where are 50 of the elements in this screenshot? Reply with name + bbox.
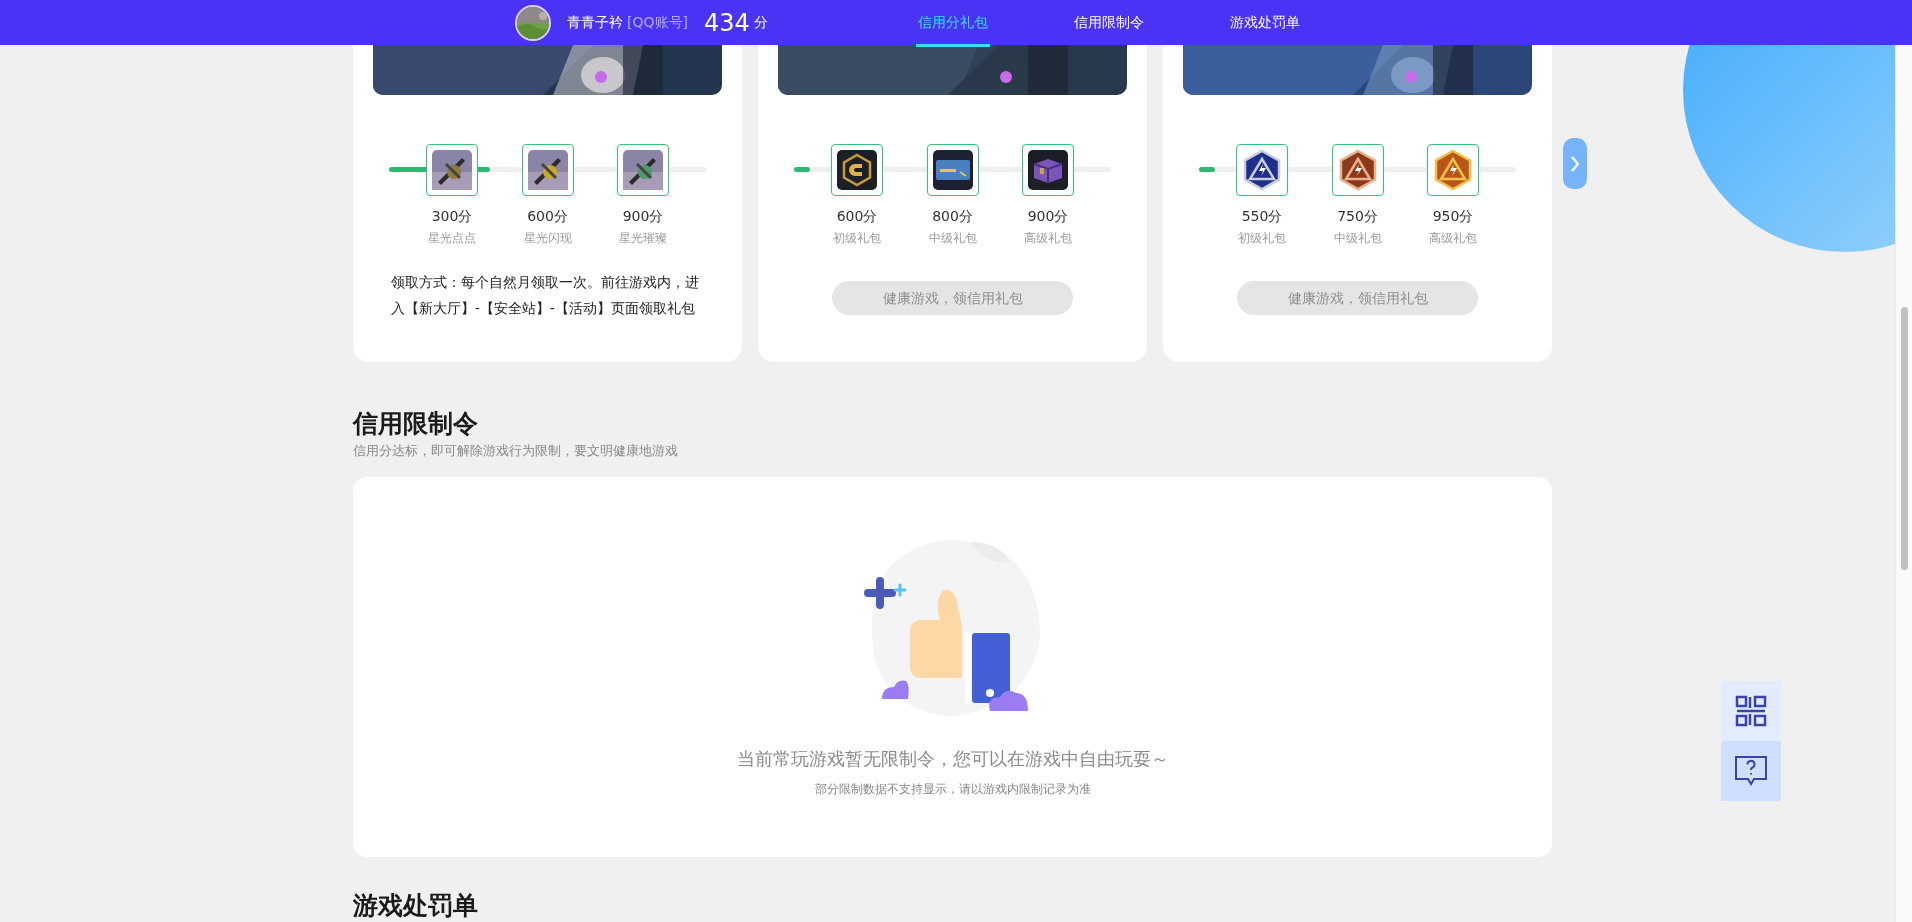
help-icon xyxy=(1734,755,1768,787)
reward-icon-frame[interactable] xyxy=(617,144,669,196)
reward-name: 高级礼包 xyxy=(1023,230,1073,247)
reward-icon-frame[interactable] xyxy=(1022,144,1074,196)
reward-points: 900分 xyxy=(621,207,665,226)
reward-points: 550分 xyxy=(1240,207,1284,226)
claim-instructions: 领取方式：每个自然月领取一次。前往游戏内，进入【新大厅】-【安全站】-【活动】页面领取礼包 xyxy=(391,273,700,318)
score-unit: 分 xyxy=(753,13,768,32)
reward-name: 中级礼包 xyxy=(927,230,978,247)
reward-points: 900分 xyxy=(1026,207,1070,226)
section-title: 信用限制令 xyxy=(353,409,479,439)
reward-name: 高级礼包 xyxy=(1428,230,1478,247)
qr-code-button[interactable] xyxy=(1721,681,1781,741)
account-type: [QQ账号] xyxy=(627,13,688,32)
reward-icon-frame[interactable] xyxy=(926,144,979,196)
reward-name: 星光点点 xyxy=(427,230,477,247)
reward-points: 300分 xyxy=(430,207,474,226)
weapon-icon xyxy=(432,150,472,190)
reward-icon-frame[interactable] xyxy=(831,144,883,196)
ticket-icon xyxy=(932,150,973,190)
section-title: 游戏处罚单 xyxy=(353,890,479,921)
reward-points: 600分 xyxy=(835,207,879,226)
reward-icon-frame[interactable] xyxy=(426,144,478,196)
user-name: 青青子衿 xyxy=(567,13,623,32)
reward-name: 初级礼包 xyxy=(1237,230,1287,247)
empty-message: 当前常玩游戏暂无限制令，您可以在游戏中自由玩耍～ xyxy=(736,746,1169,771)
reward-name: 中级礼包 xyxy=(1332,230,1383,247)
reward-icon-frame[interactable] xyxy=(521,144,574,196)
empty-note: 部分限制数据不支持显示，请以游戏内限制记录为准 xyxy=(814,780,1091,798)
weapon-icon xyxy=(623,150,663,190)
reward-name: 初级礼包 xyxy=(832,230,882,247)
reward-points: 800分 xyxy=(931,207,974,226)
chevron-right-icon xyxy=(1570,154,1580,173)
weapon-icon xyxy=(527,150,568,190)
help-button[interactable] xyxy=(1721,741,1781,801)
reward-icon-frame[interactable] xyxy=(1331,144,1384,196)
reward-name: 星光璀璨 xyxy=(618,230,668,247)
reward-name: 星光闪现 xyxy=(522,230,573,247)
score-value: 434 xyxy=(703,10,750,35)
nav-tab[interactable]: 信用限制令 xyxy=(1071,1,1146,47)
crate-icon xyxy=(1028,150,1068,190)
reward-points: 600分 xyxy=(526,207,569,226)
scrollbar[interactable] xyxy=(1895,45,1912,922)
qr-code-icon xyxy=(1735,695,1767,727)
reward-icon-frame[interactable] xyxy=(1236,144,1288,196)
reward-points: 950分 xyxy=(1431,207,1475,226)
reward-points: 750分 xyxy=(1336,207,1379,226)
section-subtitle: 信用分达标，即可解除游戏行为限制，要文明健康地游戏 xyxy=(353,442,679,460)
hexagon-badge-icon xyxy=(837,150,877,190)
nav-tab[interactable]: 游戏处罚单 xyxy=(1227,1,1302,47)
